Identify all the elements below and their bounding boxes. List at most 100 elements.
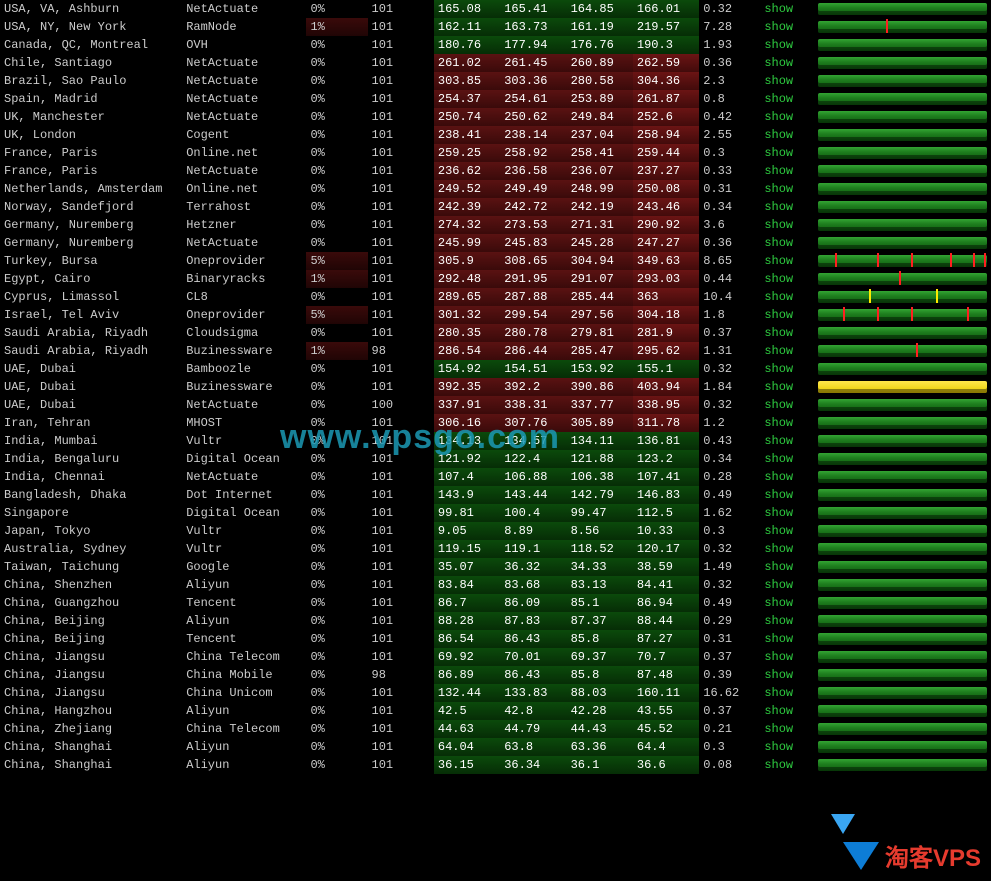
- show-link[interactable]: show: [760, 468, 816, 486]
- cell-loss: 0%: [306, 162, 367, 180]
- mini-chart: [816, 576, 991, 594]
- cell-prov: NetActuate: [182, 54, 306, 72]
- cell-avg: 107.4: [434, 468, 500, 486]
- table-row: Spain, MadridNetActuate0%101254.37254.61…: [0, 90, 991, 108]
- cell-worst: 258.94: [633, 126, 699, 144]
- show-link[interactable]: show: [760, 540, 816, 558]
- cell-best: 249.84: [567, 108, 633, 126]
- cell-n: 101: [368, 234, 434, 252]
- show-link[interactable]: show: [760, 450, 816, 468]
- show-link[interactable]: show: [760, 666, 816, 684]
- cell-best: 106.38: [567, 468, 633, 486]
- cell-var: 0.49: [699, 594, 760, 612]
- show-link[interactable]: show: [760, 558, 816, 576]
- cell-n: 101: [368, 468, 434, 486]
- table-row: Australia, SydneyVultr0%101119.15119.111…: [0, 540, 991, 558]
- cell-worst: 349.63: [633, 252, 699, 270]
- cell-avg: 86.54: [434, 630, 500, 648]
- cell-best: 161.19: [567, 18, 633, 36]
- cell-worst: 36.6: [633, 756, 699, 774]
- show-link[interactable]: show: [760, 756, 816, 774]
- show-link[interactable]: show: [760, 252, 816, 270]
- show-link[interactable]: show: [760, 36, 816, 54]
- table-row: Taiwan, TaichungGoogle0%10135.0736.3234.…: [0, 558, 991, 576]
- table-row: UAE, DubaiNetActuate0%100337.91338.31337…: [0, 396, 991, 414]
- cell-n: 101: [368, 738, 434, 756]
- cell-loc: Germany, Nuremberg: [0, 216, 182, 234]
- cell-prov: OVH: [182, 36, 306, 54]
- cell-loc: Netherlands, Amsterdam: [0, 180, 182, 198]
- show-link[interactable]: show: [760, 594, 816, 612]
- table-row: Cyprus, LimassolCL80%101289.65287.88285.…: [0, 288, 991, 306]
- show-link[interactable]: show: [760, 684, 816, 702]
- cell-prov: Vultr: [182, 432, 306, 450]
- cell-avg: 180.76: [434, 36, 500, 54]
- cell-avg: 132.44: [434, 684, 500, 702]
- cell-var: 1.31: [699, 342, 760, 360]
- table-row: UK, ManchesterNetActuate0%101250.74250.6…: [0, 108, 991, 126]
- cell-loc: Chile, Santiago: [0, 54, 182, 72]
- show-link[interactable]: show: [760, 54, 816, 72]
- show-link[interactable]: show: [760, 198, 816, 216]
- cell-worst: 219.57: [633, 18, 699, 36]
- show-link[interactable]: show: [760, 90, 816, 108]
- cell-last: 106.88: [500, 468, 566, 486]
- cell-prov: Dot Internet: [182, 486, 306, 504]
- show-link[interactable]: show: [760, 216, 816, 234]
- cell-best: 271.31: [567, 216, 633, 234]
- cell-n: 101: [368, 630, 434, 648]
- cell-loss: 0%: [306, 540, 367, 558]
- show-link[interactable]: show: [760, 738, 816, 756]
- cell-avg: 289.65: [434, 288, 500, 306]
- show-link[interactable]: show: [760, 396, 816, 414]
- cell-worst: 112.5: [633, 504, 699, 522]
- cell-var: 0.32: [699, 0, 760, 18]
- mini-chart: [816, 198, 991, 216]
- cell-n: 101: [368, 558, 434, 576]
- show-link[interactable]: show: [760, 360, 816, 378]
- show-link[interactable]: show: [760, 72, 816, 90]
- cell-loc: Japan, Tokyo: [0, 522, 182, 540]
- show-link[interactable]: show: [760, 486, 816, 504]
- mini-chart: [816, 288, 991, 306]
- show-link[interactable]: show: [760, 576, 816, 594]
- show-link[interactable]: show: [760, 0, 816, 18]
- show-link[interactable]: show: [760, 342, 816, 360]
- cell-last: 392.2: [500, 378, 566, 396]
- show-link[interactable]: show: [760, 612, 816, 630]
- show-link[interactable]: show: [760, 126, 816, 144]
- show-link[interactable]: show: [760, 414, 816, 432]
- show-link[interactable]: show: [760, 720, 816, 738]
- cell-var: 0.3: [699, 522, 760, 540]
- show-link[interactable]: show: [760, 144, 816, 162]
- show-link[interactable]: show: [760, 378, 816, 396]
- show-link[interactable]: show: [760, 504, 816, 522]
- cell-var: 0.32: [699, 540, 760, 558]
- show-link[interactable]: show: [760, 702, 816, 720]
- show-link[interactable]: show: [760, 108, 816, 126]
- mini-chart: [816, 54, 991, 72]
- show-link[interactable]: show: [760, 180, 816, 198]
- cell-n: 101: [368, 756, 434, 774]
- show-link[interactable]: show: [760, 432, 816, 450]
- show-link[interactable]: show: [760, 288, 816, 306]
- show-link[interactable]: show: [760, 648, 816, 666]
- cell-best: 242.19: [567, 198, 633, 216]
- cell-worst: 10.33: [633, 522, 699, 540]
- show-link[interactable]: show: [760, 18, 816, 36]
- cell-var: 0.44: [699, 270, 760, 288]
- show-link[interactable]: show: [760, 234, 816, 252]
- show-link[interactable]: show: [760, 522, 816, 540]
- cell-n: 101: [368, 36, 434, 54]
- show-link[interactable]: show: [760, 324, 816, 342]
- show-link[interactable]: show: [760, 162, 816, 180]
- cell-avg: 292.48: [434, 270, 500, 288]
- cell-avg: 245.99: [434, 234, 500, 252]
- cell-best: 44.43: [567, 720, 633, 738]
- cell-prov: China Telecom: [182, 648, 306, 666]
- show-link[interactable]: show: [760, 630, 816, 648]
- cell-n: 101: [368, 522, 434, 540]
- show-link[interactable]: show: [760, 270, 816, 288]
- mini-chart: [816, 180, 991, 198]
- show-link[interactable]: show: [760, 306, 816, 324]
